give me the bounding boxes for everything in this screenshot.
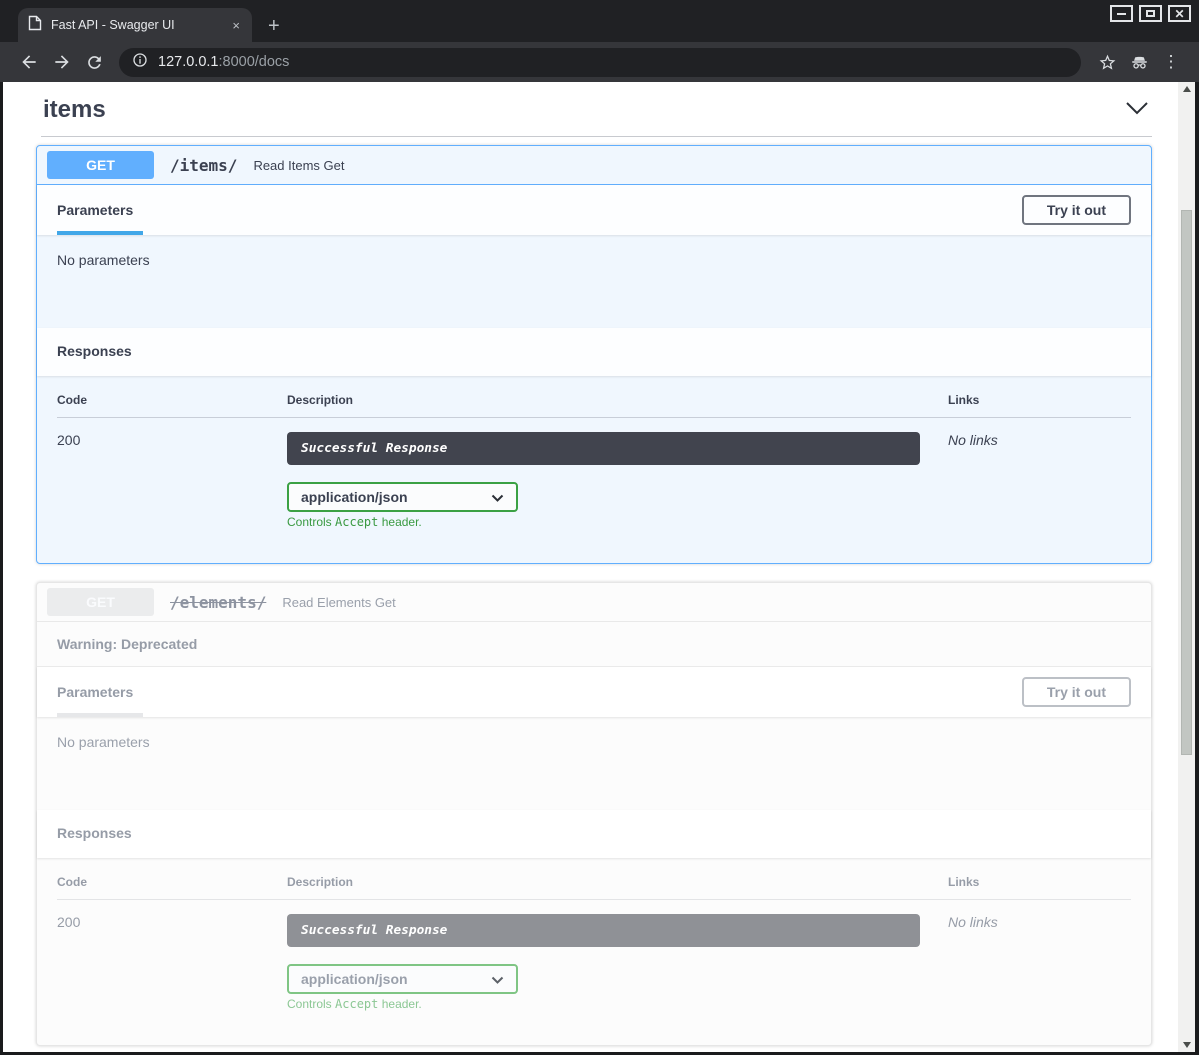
viewport: items GET /items/ Read Items Get Paramet… [0, 82, 1199, 1055]
response-description-cell: Successful Response application/json Con… [287, 418, 948, 529]
tab-parameters[interactable]: Parameters [57, 202, 133, 218]
responses-title: Responses [57, 343, 132, 359]
column-code: Code [57, 875, 287, 899]
operation-path: /items/ [164, 156, 243, 175]
controls-text-after: header. [378, 515, 421, 529]
tab-parameters[interactable]: Parameters [57, 684, 133, 700]
controls-code: Accept [335, 515, 378, 529]
parameters-header: Parameters Try it out [37, 667, 1151, 717]
tab-close-icon[interactable]: × [230, 18, 242, 33]
responses-table: Code Description Links 200 Successful Re… [37, 376, 1151, 563]
page-content: items GET /items/ Read Items Get Paramet… [3, 82, 1178, 1052]
titlebar: Fast API - Swagger UI × + ✕ [0, 0, 1199, 42]
active-tab-indicator [57, 713, 143, 717]
method-badge: GET [47, 588, 154, 616]
method-badge: GET [47, 151, 154, 179]
operation-path: /elements/ [164, 593, 272, 612]
active-tab-indicator [57, 231, 143, 235]
media-type-value: application/json [301, 971, 408, 987]
bookmark-star-icon[interactable] [1091, 47, 1123, 77]
page-icon [28, 15, 42, 36]
new-tab-button[interactable]: + [268, 16, 280, 36]
column-description: Description [287, 875, 948, 899]
maximize-button[interactable] [1139, 5, 1162, 22]
tag-title: items [43, 96, 106, 124]
scrollbar-down-arrow[interactable] [1178, 1038, 1195, 1052]
browser-toolbar: 127.0.0.1:8000/docs ⋮ [0, 42, 1199, 82]
url-path: :8000/docs [218, 54, 289, 70]
try-it-out-button[interactable]: Try it out [1022, 195, 1131, 225]
column-description: Description [287, 393, 948, 417]
select-chevron-icon [491, 489, 504, 505]
controls-accept-note: Controls Accept header. [287, 997, 948, 1011]
browser-window: Fast API - Swagger UI × + ✕ 127.0.0.1:80… [0, 0, 1199, 1055]
close-button[interactable]: ✕ [1168, 5, 1191, 22]
operation-summary-text: Read Elements Get [282, 595, 395, 610]
back-button[interactable] [12, 47, 45, 77]
collapse-chevron-icon[interactable] [1124, 101, 1150, 120]
minimize-icon [1117, 13, 1126, 15]
operation-summary[interactable]: GET /elements/ Read Elements Get [37, 583, 1151, 622]
minimize-button[interactable] [1110, 5, 1133, 22]
no-parameters-text: No parameters [57, 252, 150, 268]
select-chevron-icon [491, 971, 504, 987]
url-text[interactable]: 127.0.0.1:8000/docs [158, 54, 289, 70]
responses-header: Responses [37, 810, 1151, 858]
scrollbar-thumb[interactable] [1181, 210, 1192, 755]
media-type-select[interactable]: application/json [287, 482, 518, 512]
no-parameters-text: No parameters [57, 734, 150, 750]
column-links: Links [948, 875, 1131, 899]
reload-button[interactable] [78, 47, 111, 77]
column-code: Code [57, 393, 287, 417]
scrollbar-up-arrow[interactable] [1178, 82, 1195, 96]
address-bar[interactable]: 127.0.0.1:8000/docs [119, 48, 1081, 77]
response-links: No links [948, 900, 1131, 1011]
parameters-body: No parameters [37, 235, 1151, 328]
response-description-box: Successful Response [287, 914, 920, 947]
browser-menu-icon[interactable]: ⋮ [1155, 47, 1187, 77]
parameters-body: No parameters [37, 717, 1151, 810]
opblock-get-elements-deprecated: GET /elements/ Read Elements Get Warning… [36, 582, 1152, 1046]
close-icon: ✕ [1174, 9, 1184, 19]
opblock-get-items: GET /items/ Read Items Get Parameters Tr… [36, 145, 1152, 564]
operation-summary[interactable]: GET /items/ Read Items Get [37, 146, 1151, 185]
controls-text-after: header. [378, 997, 421, 1011]
response-description-box: Successful Response [287, 432, 920, 465]
responses-title: Responses [57, 825, 132, 841]
parameters-header: Parameters Try it out [37, 185, 1151, 235]
maximize-icon [1146, 10, 1155, 17]
media-type-select[interactable]: application/json [287, 964, 518, 994]
media-type-value: application/json [301, 489, 408, 505]
url-host: 127.0.0.1 [158, 54, 218, 70]
response-code: 200 [57, 418, 287, 529]
site-info-icon[interactable] [132, 52, 148, 73]
responses-header: Responses [37, 328, 1151, 376]
browser-tab[interactable]: Fast API - Swagger UI × [18, 8, 252, 42]
down-triangle-icon [1183, 1042, 1191, 1048]
response-links: No links [948, 418, 1131, 529]
operation-summary-text: Read Items Get [253, 158, 344, 173]
deprecated-warning: Warning: Deprecated [37, 622, 1151, 667]
incognito-icon [1123, 47, 1155, 77]
response-code: 200 [57, 900, 287, 1011]
up-triangle-icon [1183, 86, 1191, 92]
responses-table: Code Description Links 200 Successful Re… [37, 858, 1151, 1045]
tag-section-header[interactable]: items [41, 88, 1152, 137]
controls-accept-note: Controls Accept header. [287, 515, 948, 529]
tab-title: Fast API - Swagger UI [51, 18, 221, 32]
column-links: Links [948, 393, 1131, 417]
forward-button[interactable] [45, 47, 78, 77]
controls-code: Accept [335, 997, 378, 1011]
controls-text: Controls [287, 997, 335, 1011]
try-it-out-button[interactable]: Try it out [1022, 677, 1131, 707]
controls-text: Controls [287, 515, 335, 529]
response-description-cell: Successful Response application/json Con… [287, 900, 948, 1011]
scrollbar[interactable] [1178, 82, 1195, 1052]
